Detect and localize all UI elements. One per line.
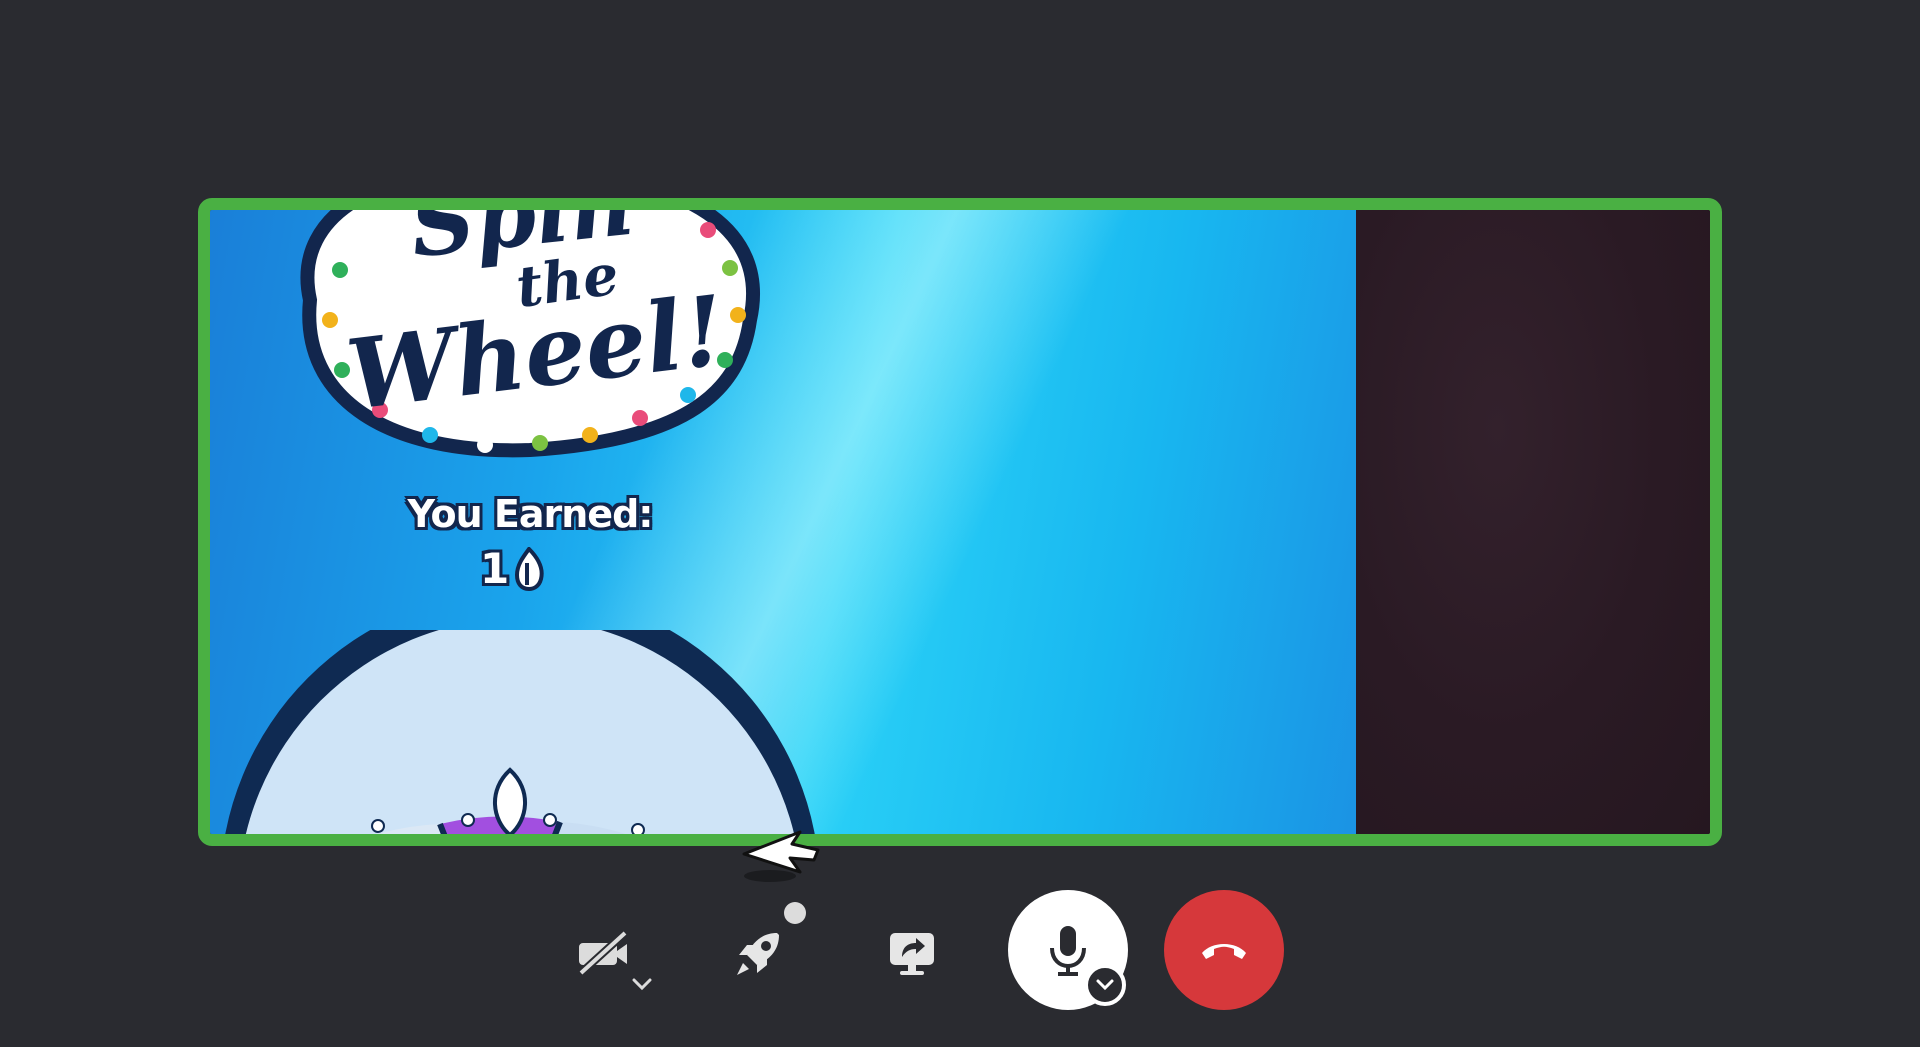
call-controls [0, 888, 1920, 1016]
microphone-options-button[interactable] [1084, 964, 1126, 1006]
video-off-icon [578, 930, 628, 976]
leave-call-button[interactable] [1164, 890, 1284, 1010]
activity-indicator-dot [784, 902, 806, 924]
prize-wheel [225, 630, 815, 834]
earned-label: You Earned: [407, 492, 654, 536]
screen-share-icon [890, 933, 934, 975]
rocket-icon [737, 933, 779, 975]
camera-options-button[interactable] [626, 972, 658, 996]
webcam-feed [1356, 210, 1710, 834]
chevron-down-icon [632, 978, 652, 991]
mouse-cursor [742, 830, 820, 882]
game-stream: Spin the Wheel! You Earned: 1 [210, 210, 1358, 834]
earned-value: 1 [480, 544, 560, 593]
activity-button[interactable] [724, 918, 794, 988]
game-title-logo: Spin the Wheel! [300, 210, 761, 458]
drop-icon [515, 546, 544, 591]
stream-tile[interactable]: Spin the Wheel! You Earned: 1 [198, 198, 1722, 846]
microphone-icon [1050, 926, 1086, 976]
earned-amount: 1 [480, 544, 510, 593]
hang-up-icon [1202, 944, 1246, 959]
screen-share-button[interactable] [876, 918, 948, 988]
chevron-down-icon [1096, 979, 1114, 991]
